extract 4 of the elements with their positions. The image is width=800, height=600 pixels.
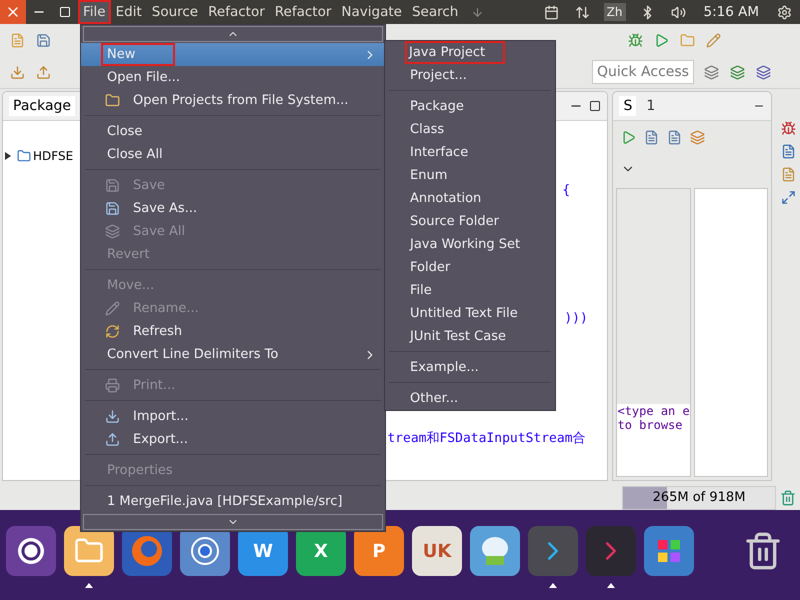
code-line: tream和FSDataInputStream合 <box>387 430 586 447</box>
code-line: { <box>562 183 570 198</box>
hint-text: <type an e to browse <box>617 401 690 476</box>
code-line: ))) <box>564 311 588 326</box>
